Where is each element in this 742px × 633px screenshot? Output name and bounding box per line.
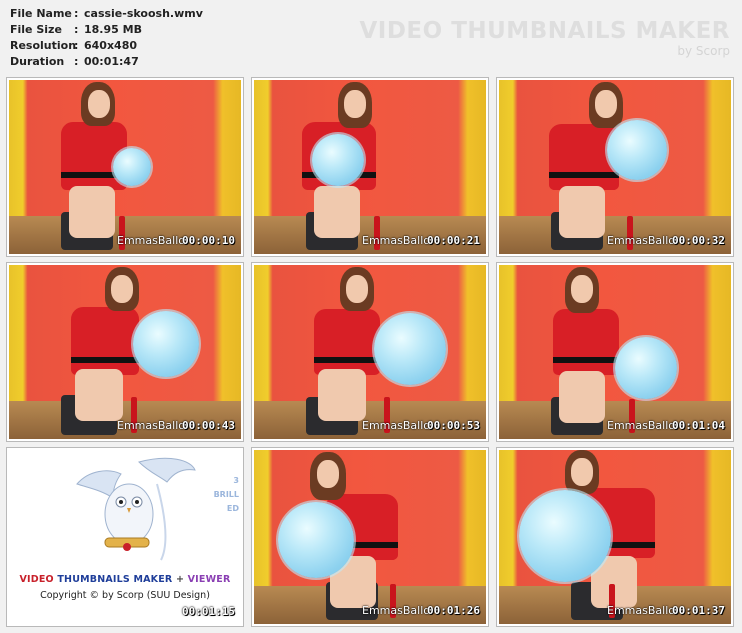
promo-title: VIDEO THUMBNAILS MAKER + VIEWER <box>9 574 241 585</box>
thumbnail-frame: EmmasBallo 00:00:43 <box>9 265 241 439</box>
watermark: EmmasBallo <box>362 419 430 432</box>
info-row-filename: File Name: cassie-skoosh.wmv <box>10 7 203 20</box>
watermark: EmmasBallo <box>607 419 675 432</box>
promo-frame: 3 BRILL ED VIDEO THUMBNAILS MAKER + VIEW… <box>9 450 241 624</box>
timestamp: 00:00:10 <box>182 234 235 247</box>
info-label: File Name <box>10 7 72 20</box>
video-thumbnail[interactable]: EmmasBallo 00:00:53 <box>251 262 489 442</box>
promo-side-text: BRILL <box>213 490 239 499</box>
info-value: 18.95 MB <box>84 23 142 36</box>
watermark: EmmasBallo <box>117 234 185 247</box>
thumbnail-frame: EmmasBallo 00:00:53 <box>254 265 486 439</box>
video-thumbnail[interactable]: EmmasBallo 00:01:37 <box>496 447 734 627</box>
owl-logo-icon <box>76 457 196 561</box>
watermark: EmmasBallo <box>607 234 675 247</box>
video-thumbnail[interactable]: EmmasBallo 00:01:26 <box>251 447 489 627</box>
brand-title: VIDEO THUMBNAILS MAKER <box>359 18 730 44</box>
thumbnail-frame: EmmasBallo 00:00:10 <box>9 80 241 254</box>
brand-subtitle: by Scorp <box>677 44 730 58</box>
promo-title-viewer: VIEWER <box>187 574 231 585</box>
timestamp: 00:00:32 <box>672 234 725 247</box>
thumbnail-frame: EmmasBallo 00:01:04 <box>499 265 731 439</box>
thumbnail-frame: EmmasBallo 00:01:26 <box>254 450 486 624</box>
promo-title-video: VIDEO <box>19 574 54 585</box>
timestamp: 00:01:15 <box>182 605 235 618</box>
info-row-resolution: Resolution: 640x480 <box>10 39 138 52</box>
info-row-duration: Duration:00:01:47 <box>10 55 139 68</box>
timestamp: 00:00:21 <box>427 234 480 247</box>
info-label: File Size <box>10 23 62 36</box>
timestamp: 00:01:37 <box>672 604 725 617</box>
promo-title-thumbs: THUMBNAILS MAKER <box>57 574 173 585</box>
video-thumbnail[interactable]: EmmasBallo 00:00:32 <box>496 77 734 257</box>
video-thumbnail[interactable]: EmmasBallo 00:00:21 <box>251 77 489 257</box>
info-label: Duration <box>10 55 65 68</box>
info-value: 00:01:47 <box>84 55 139 68</box>
info-value: 640x480 <box>84 39 138 52</box>
promo-copyright: Copyright © by Scorp (SUU Design) <box>40 590 210 601</box>
timestamp: 00:01:04 <box>672 419 725 432</box>
info-label: Resolution <box>10 39 77 52</box>
brand-logo: VIDEO THUMBNAILS MAKER by Scorp <box>359 18 730 57</box>
thumbnail-frame: EmmasBallo 00:00:21 <box>254 80 486 254</box>
watermark: EmmasBallo <box>607 604 675 617</box>
video-thumbnail[interactable]: EmmasBallo 00:01:04 <box>496 262 734 442</box>
thumbnail-frame: EmmasBallo 00:01:37 <box>499 450 731 624</box>
video-thumbnail[interactable]: EmmasBallo 00:00:43 <box>6 262 244 442</box>
video-thumbnail[interactable]: EmmasBallo 00:00:10 <box>6 77 244 257</box>
promo-side-text: 3 <box>233 476 239 485</box>
promo-thumbnail[interactable]: 3 BRILL ED VIDEO THUMBNAILS MAKER + VIEW… <box>6 447 244 627</box>
watermark: EmmasBallo <box>362 234 430 247</box>
watermark: EmmasBallo <box>362 604 430 617</box>
timestamp: 00:00:43 <box>182 419 235 432</box>
promo-side-text: ED <box>226 504 239 513</box>
thumbnail-frame: EmmasBallo 00:00:32 <box>499 80 731 254</box>
file-info: File Name: cassie-skoosh.wmv File Size:18… <box>10 6 203 70</box>
watermark: EmmasBallo <box>117 419 185 432</box>
info-row-filesize: File Size:18.95 MB <box>10 23 142 36</box>
info-value: cassie-skoosh.wmv <box>84 7 203 20</box>
promo-title-plus: + <box>175 574 185 585</box>
timestamp: 00:01:26 <box>427 604 480 617</box>
timestamp: 00:00:53 <box>427 419 480 432</box>
